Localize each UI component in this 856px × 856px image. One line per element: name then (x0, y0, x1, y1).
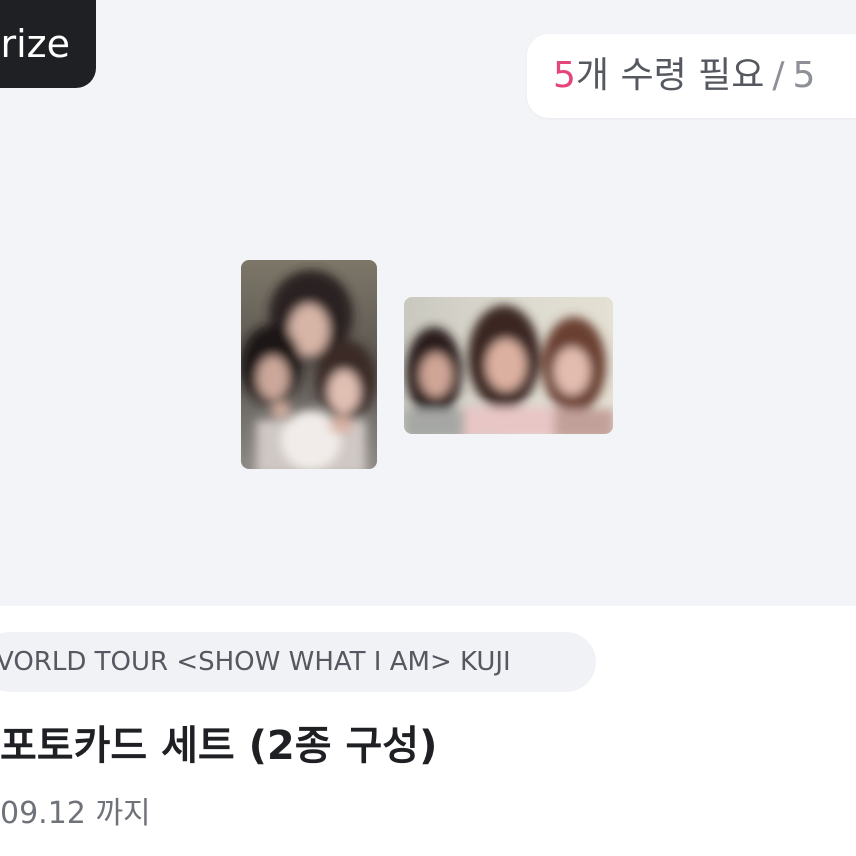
required-count: 5 (553, 55, 576, 96)
requirement-chip: 5개 수령 필요/5 (527, 34, 856, 118)
product-image-area: rize 5개 수령 필요/5 (0, 0, 856, 606)
requirement-total: 5 (792, 55, 816, 96)
deadline-date: 09.12 (0, 796, 86, 831)
requirement-separator: / (772, 55, 785, 96)
photocard-landscape[interactable] (404, 297, 613, 434)
deadline-text: 09.12 까지 (0, 790, 151, 838)
product-title: 포토카드 세트 (2종 구성) (0, 723, 438, 769)
photocard-landscape-image (404, 297, 613, 434)
photocard-portrait[interactable] (241, 260, 377, 469)
event-tag[interactable]: VORLD TOUR <SHOW WHAT I AM> KUJI (0, 632, 596, 692)
prize-badge-label: rize (0, 22, 70, 66)
event-tag-label: VORLD TOUR <SHOW WHAT I AM> KUJI (0, 647, 511, 677)
deadline-suffix: 까지 (95, 796, 151, 831)
photocard-portrait-image (241, 260, 377, 469)
required-count-text: 개 수령 필요 (575, 55, 765, 96)
prize-badge: rize (0, 0, 96, 88)
